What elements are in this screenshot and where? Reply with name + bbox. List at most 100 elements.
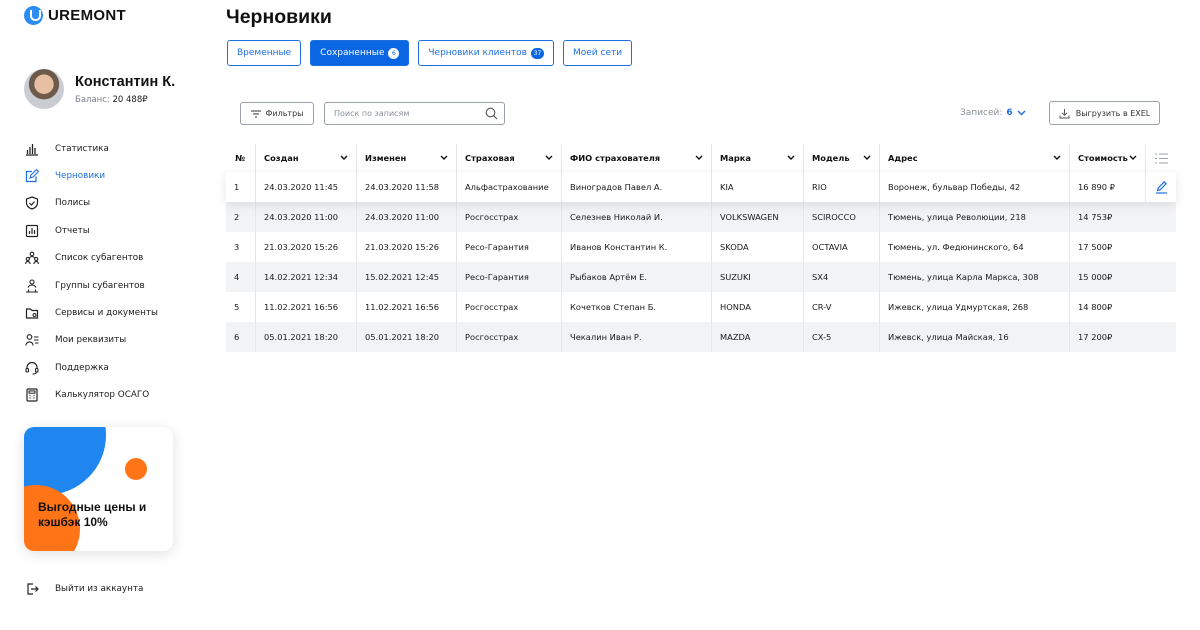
drafts-table: № Создан Изменен Страховая ФИО страховат… (226, 144, 1176, 352)
cell-make: KIA (712, 172, 804, 202)
cell-modified: 05.01.2021 18:20 (357, 322, 457, 352)
promo-banner[interactable]: Выгодные цены и кэшбэк 10% (24, 427, 173, 551)
column-header-label: Модель (812, 153, 850, 163)
shield-check-icon (24, 195, 40, 211)
sidebar-item-reports[interactable]: Отчеты (24, 217, 184, 244)
sidebar-item-osago-calculator[interactable]: Калькулятор ОСАГО (24, 382, 184, 409)
column-header-label: Страховая (465, 153, 515, 163)
column-header-modified[interactable]: Изменен (357, 144, 457, 172)
cell-number: 2 (226, 202, 256, 232)
records-per-page-select[interactable]: Записей: 6 (960, 108, 1026, 118)
table-row[interactable]: 1 24.03.2020 11:45 24.03.2020 11:58 Альф… (226, 172, 1176, 202)
tab-label: Сохраненные (320, 48, 385, 58)
cell-policyholder: Кочетков Степан Б. (562, 292, 712, 322)
edit-button[interactable] (1146, 172, 1176, 202)
column-header-label: Марка (720, 153, 752, 163)
cell-model: CR-V (804, 292, 880, 322)
chevron-down-icon (1053, 155, 1061, 160)
tab-label: Моей сети (572, 48, 623, 58)
promo-decor-dot (125, 458, 147, 480)
tab-label: Черновики клиентов (428, 48, 527, 58)
count-badge: 37 (530, 47, 544, 59)
chevron-down-icon (787, 155, 795, 160)
column-header-policyholder[interactable]: ФИО страхователя (562, 144, 712, 172)
column-header-model[interactable]: Модель (804, 144, 880, 172)
user-balance: Баланс: 20 488₽ (75, 95, 175, 105)
chevron-down-icon (695, 155, 703, 160)
filters-label: Фильтры (265, 109, 304, 118)
tab-temporary[interactable]: Временные (227, 40, 302, 66)
chevron-down-icon (440, 155, 448, 160)
table-row[interactable]: 4 14.02.2021 12:34 15.02.2021 12:45 Ресо… (226, 262, 1176, 292)
logout-label: Выйти из аккаунта (55, 584, 144, 594)
sidebar-item-drafts[interactable]: Черновики (24, 162, 184, 189)
balance-label: Баланс: (75, 94, 110, 105)
records-value: 6 (1006, 108, 1013, 118)
table-row[interactable]: 6 05.01.2021 18:20 05.01.2021 18:20 Росг… (226, 322, 1176, 352)
table-row[interactable]: 5 11.02.2021 16:56 11.02.2021 16:56 Росг… (226, 292, 1176, 322)
headset-icon (24, 360, 40, 376)
export-button[interactable]: Выгрузить в EXEL (1049, 101, 1160, 125)
cell-make: SKODA (712, 232, 804, 262)
sidebar-item-label: Калькулятор ОСАГО (55, 390, 150, 401)
column-header-make[interactable]: Марка (712, 144, 804, 172)
sidebar-item-support[interactable]: Поддержка (24, 354, 184, 381)
uremont-logo-icon (24, 6, 43, 25)
agents-list-icon (24, 250, 40, 266)
sidebar-item-policies[interactable]: Полисы (24, 190, 184, 217)
list-settings-icon (1154, 153, 1168, 163)
sidebar-item-label: Черновики (55, 171, 106, 182)
cell-policyholder: Чекалин Иван Р. (562, 322, 712, 352)
cell-created: 24.03.2020 11:00 (256, 202, 357, 232)
column-header-cost[interactable]: Стоимость (1070, 144, 1146, 172)
sidebar-item-requisites[interactable]: Мои реквизиты (24, 327, 184, 354)
cell-created: 14.02.2021 12:34 (256, 262, 357, 292)
cell-insurer: Росгосстрах (457, 202, 562, 232)
search-input[interactable] (325, 103, 475, 124)
avatar (24, 69, 64, 109)
chevron-down-icon (863, 155, 871, 160)
tab-label: Временные (237, 48, 292, 58)
column-header-label: ФИО страхователя (570, 153, 661, 163)
cell-address: Тюмень, ул. Федюнинского, 64 (880, 232, 1070, 262)
agents-group-icon (24, 278, 40, 294)
tab-saved[interactable]: Сохраненные 6 (310, 40, 410, 66)
cell-address: Тюмень, улица Революции, 218 (880, 202, 1070, 232)
cell-insurer: Росгосстрах (457, 292, 562, 322)
cell-number: 3 (226, 232, 256, 262)
brand-logo[interactable]: UREMONT (24, 6, 126, 25)
sidebar-item-statistics[interactable]: Статистика (24, 135, 184, 162)
cell-make: VOLKSWAGEN (712, 202, 804, 232)
column-settings-button[interactable] (1146, 144, 1176, 172)
cell-model: RIO (804, 172, 880, 202)
balance-value: 20 488₽ (112, 94, 148, 105)
cell-modified: 24.03.2020 11:00 (357, 202, 457, 232)
cell-policyholder: Рыбаков Артём Е. (562, 262, 712, 292)
search-icon[interactable] (485, 107, 498, 120)
user-name: Константин К. (75, 73, 176, 90)
cell-cost: 17 200₽ (1078, 332, 1113, 342)
user-profile[interactable]: Константин К. Баланс: 20 488₽ (24, 69, 175, 109)
table-row[interactable]: 3 21.03.2020 15:26 21.03.2020 15:26 Ресо… (226, 232, 1176, 262)
cell-policyholder: Селезнев Николай И. (562, 202, 712, 232)
cell-model: SX4 (804, 262, 880, 292)
sidebar-item-label: Полисы (55, 198, 91, 209)
tab-my-network[interactable]: Моей сети (562, 40, 633, 66)
chevron-down-icon (340, 155, 348, 160)
export-label: Выгрузить в EXEL (1075, 108, 1151, 118)
cell-insurer: Альфастрахование (457, 172, 562, 202)
download-icon (1059, 108, 1070, 118)
cell-model: SCIROCCO (804, 202, 880, 232)
tab-client-drafts[interactable]: Черновики клиентов 37 (418, 40, 554, 66)
sidebar-item-services-documents[interactable]: Сервисы и документы (24, 299, 184, 326)
sidebar-item-subagents-list[interactable]: Список субагентов (24, 245, 184, 272)
sidebar-item-subagent-groups[interactable]: Группы субагентов (24, 272, 184, 299)
logout-button[interactable]: Выйти из аккаунта (24, 581, 143, 597)
column-header-insurer[interactable]: Страховая (457, 144, 562, 172)
draft-edit-icon (24, 168, 40, 184)
filters-button[interactable]: Фильтры (240, 102, 314, 125)
column-header-label: Адрес (888, 153, 918, 163)
column-header-created[interactable]: Создан (256, 144, 357, 172)
column-header-address[interactable]: Адрес (880, 144, 1070, 172)
table-row[interactable]: 2 24.03.2020 11:00 24.03.2020 11:00 Росг… (226, 202, 1176, 232)
